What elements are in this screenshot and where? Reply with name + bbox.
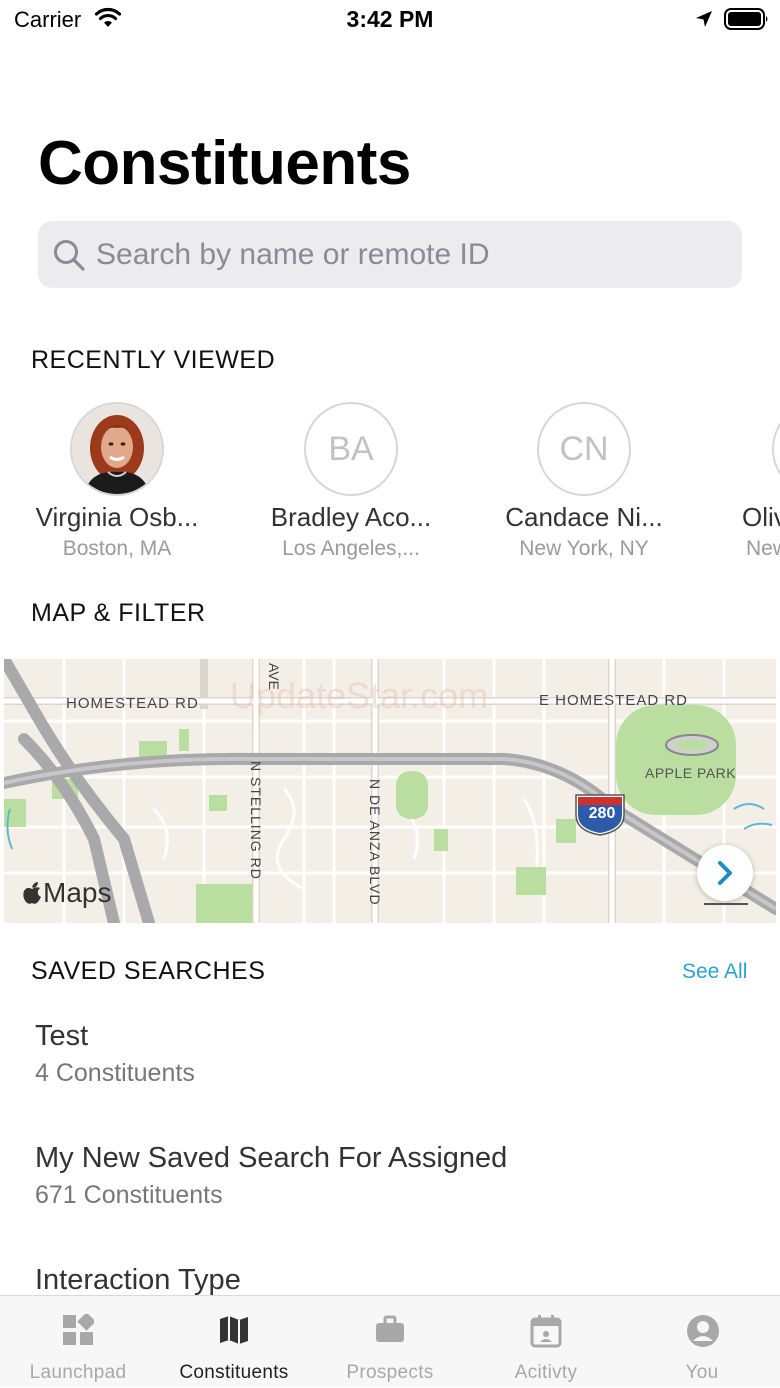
map-open-button[interactable]: [697, 845, 753, 901]
recent-constituent-location: Boston, MA: [62, 537, 172, 560]
avatar-initials: CN: [537, 402, 631, 496]
tab-constituents[interactable]: Constituents: [156, 1296, 312, 1388]
recent-constituent-location: New: [746, 537, 780, 560]
map-filter-header: MAP & FILTER: [31, 599, 206, 627]
tab-launchpad[interactable]: Launchpad: [0, 1296, 156, 1388]
tab-label: Constituents: [179, 1362, 289, 1383]
location-arrow-icon: [694, 9, 714, 34]
map-icon: [218, 1314, 250, 1351]
maps-brand-label: Maps: [43, 877, 112, 908]
map-watermark: UpdateStar.com: [230, 675, 489, 716]
search-bar[interactable]: [38, 221, 742, 288]
recent-constituent-item[interactable]: Oliv New: [718, 402, 780, 561]
recent-constituent-name: Oliv: [742, 502, 780, 532]
recent-constituent-location: New York, NY: [519, 537, 649, 560]
recent-constituent-name: Bradley Aco...: [270, 502, 432, 532]
status-bar: Carrier 3:42 PM: [0, 0, 780, 40]
status-time: 3:42 PM: [346, 6, 434, 32]
map-label-apple-park: APPLE PARK: [645, 765, 737, 781]
saved-search-item[interactable]: My New Saved Search For Assigned 671 Con…: [35, 1142, 507, 1210]
recent-constituent-location: Los Angeles,...: [282, 537, 420, 560]
tab-label: You: [685, 1362, 719, 1383]
person-icon: [686, 1314, 720, 1353]
saved-search-title: My New Saved Search For Assigned: [35, 1142, 508, 1174]
tab-you[interactable]: You: [624, 1296, 780, 1388]
recent-constituent-name: Candace Ni...: [505, 502, 663, 532]
map-label-e-homestead-rd: E HOMESTEAD RD: [539, 692, 689, 709]
saved-search-item[interactable]: Test 4 Constituents: [35, 1020, 195, 1088]
search-input[interactable]: [96, 221, 716, 288]
map-label-n-de-anza-blvd: N DE ANZA BLVD: [367, 779, 383, 906]
briefcase-icon: [374, 1314, 406, 1351]
see-all-link[interactable]: See All: [682, 960, 747, 984]
avatar-initials: [772, 402, 780, 496]
saved-search-count: 671 Constituents: [35, 1181, 223, 1209]
recent-constituent-item[interactable]: Virginia Osb... Boston, MA: [17, 402, 217, 561]
tab-label: Prospects: [346, 1362, 434, 1383]
tab-label: Acitivty: [514, 1362, 578, 1383]
interstate-shield-label: 280: [588, 805, 616, 822]
avatar-initials: BA: [304, 402, 398, 496]
saved-search-title: Test: [35, 1020, 89, 1052]
recent-constituent-name: Virginia Osb...: [35, 502, 199, 532]
avatar: [70, 402, 164, 496]
recently-viewed-header: RECENTLY VIEWED: [31, 346, 276, 374]
tab-label: Launchpad: [29, 1362, 127, 1383]
page-title: Constituents: [38, 129, 411, 198]
launchpad-grid-icon: [62, 1312, 96, 1351]
tab-bar: Launchpad Constituents Prospects Acitivt…: [0, 1295, 780, 1387]
chevron-right-icon: [718, 861, 732, 885]
map-label-homestead-rd: HOMESTEAD RD: [66, 695, 199, 712]
apple-logo-icon: [23, 882, 41, 904]
tab-activity[interactable]: Acitivty: [468, 1296, 624, 1388]
search-icon: [52, 238, 86, 277]
battery-icon: [724, 8, 770, 35]
recent-constituent-item[interactable]: BA Bradley Aco... Los Angeles,...: [251, 402, 451, 561]
calendar-icon: [530, 1314, 562, 1353]
map-label-n-stelling-rd: N STELLING RD: [248, 761, 264, 880]
saved-search-item[interactable]: Interaction Type: [35, 1264, 241, 1297]
saved-search-title: Interaction Type: [35, 1264, 241, 1296]
apple-maps-logo: Maps: [22, 877, 111, 909]
saved-searches-header: SAVED SEARCHES: [31, 957, 266, 985]
map-view[interactable]: HOMESTEAD RD E HOMESTEAD RD AVE N STELLI…: [4, 659, 776, 923]
recently-viewed-list[interactable]: Virginia Osb... Boston, MA BA Bradley Ac…: [0, 402, 780, 562]
saved-search-count: 4 Constituents: [35, 1059, 195, 1087]
tab-prospects[interactable]: Prospects: [312, 1296, 468, 1388]
recent-constituent-item[interactable]: CN Candace Ni... New York, NY: [484, 402, 684, 561]
